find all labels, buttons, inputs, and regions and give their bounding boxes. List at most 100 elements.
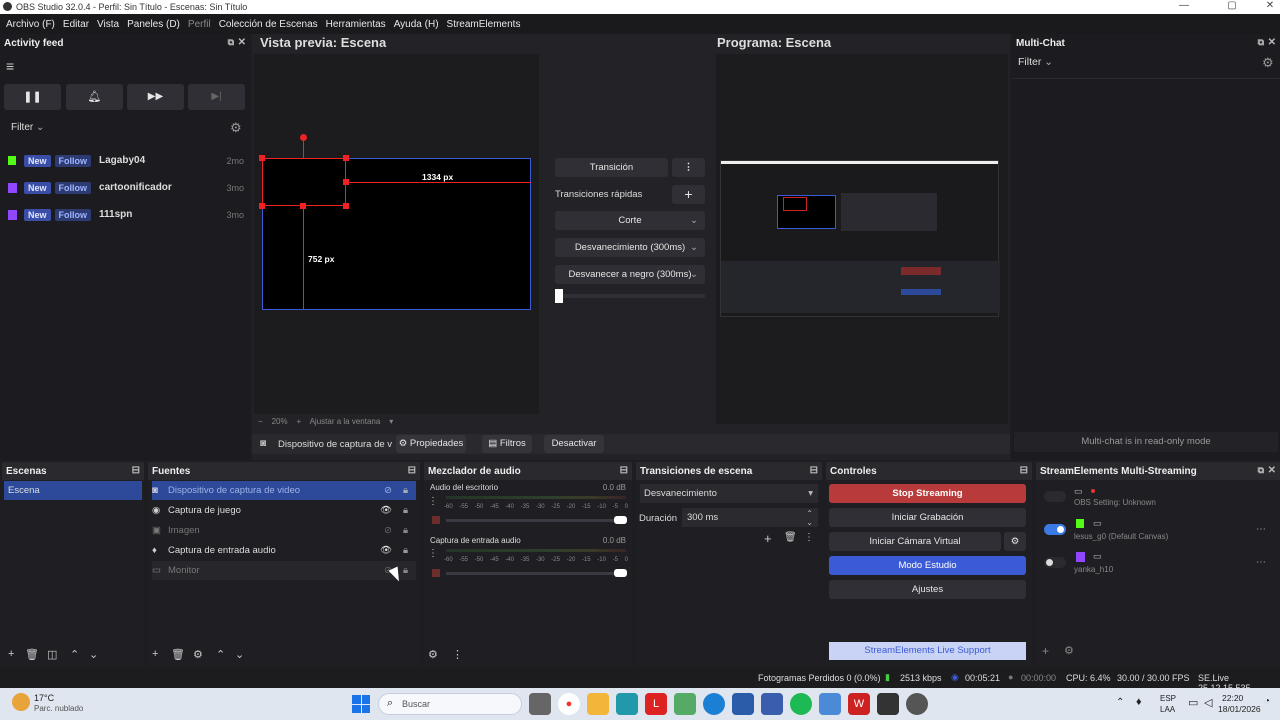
- duration-spinbox[interactable]: 300 ms ⌃ ⌄: [682, 508, 818, 527]
- virtual-camera-settings-button[interactable]: ⚙: [1004, 532, 1026, 551]
- volume-slider-handle[interactable]: [614, 569, 627, 577]
- advanced-audio-icon[interactable]: ⚙: [428, 648, 438, 661]
- lock-icon[interactable]: 🔒︎: [403, 545, 408, 556]
- close-icon[interactable]: ✕: [1268, 465, 1276, 476]
- list-item[interactable]: New Follow 111spn 3mo: [0, 201, 250, 228]
- network-icon[interactable]: ▭: [1188, 696, 1198, 709]
- clock-time[interactable]: 22:20: [1222, 693, 1243, 703]
- language-indicator[interactable]: ESP: [1160, 694, 1176, 703]
- trash-icon[interactable]: 🗑︎: [25, 648, 39, 661]
- lock-icon[interactable]: 🔒︎: [403, 525, 408, 536]
- maximize-icon[interactable]: ▢: [1212, 0, 1252, 11]
- gear-icon[interactable]: ⚙: [1064, 644, 1074, 657]
- weather-icon[interactable]: [12, 693, 30, 711]
- scene-item[interactable]: Escena: [4, 481, 142, 500]
- plus-icon[interactable]: +: [764, 531, 772, 546]
- quick-transition-fade[interactable]: Desvanecimiento (300ms) ⌄: [555, 238, 705, 257]
- more-horizontal-icon[interactable]: ⋯: [1256, 557, 1266, 568]
- gear-icon[interactable]: ⚙: [230, 120, 242, 136]
- plus-icon[interactable]: +: [1042, 644, 1049, 658]
- menu-editar[interactable]: Editar: [59, 19, 93, 30]
- spotify-icon[interactable]: [790, 693, 812, 715]
- gear-icon[interactable]: ⚙: [193, 648, 203, 661]
- chrome-icon[interactable]: ●: [558, 693, 580, 715]
- settings-button[interactable]: Ajustes: [829, 580, 1026, 599]
- lock-icon[interactable]: 🔒︎: [403, 505, 408, 516]
- pause-button[interactable]: ❚❚: [4, 84, 61, 110]
- arrow-down-icon[interactable]: ⌄: [235, 648, 244, 661]
- eye-off-icon[interactable]: ⊘: [384, 485, 392, 496]
- start-virtual-camera-button[interactable]: Iniciar Cámara Virtual: [829, 532, 1001, 551]
- more-horizontal-icon[interactable]: ⋯: [1256, 524, 1266, 535]
- notepad-icon[interactable]: [761, 693, 783, 715]
- add-quick-transition-button[interactable]: +: [672, 185, 705, 204]
- arrow-up-icon[interactable]: ⌃: [70, 648, 79, 661]
- rotation-handle[interactable]: [300, 134, 307, 141]
- resize-handle[interactable]: [259, 203, 265, 209]
- zoom-out-icon[interactable]: −: [258, 417, 263, 426]
- menu-streamelements[interactable]: StreamElements: [443, 19, 525, 30]
- more-vertical-icon[interactable]: ⋮: [428, 496, 438, 507]
- app-icon[interactable]: [819, 693, 841, 715]
- volume-slider-track[interactable]: [446, 519, 622, 522]
- float-icon[interactable]: ⧉: [1258, 37, 1264, 48]
- preview-canvas[interactable]: 1334 px 752 px: [254, 54, 539, 414]
- transition-slider-handle[interactable]: [555, 289, 563, 303]
- toggle-switch[interactable]: [1044, 491, 1066, 502]
- volume-slider-handle[interactable]: [614, 516, 627, 524]
- mail-icon[interactable]: [732, 693, 754, 715]
- transition-slider-track[interactable]: [555, 294, 705, 298]
- dock-menu-icon[interactable]: ⊟: [408, 465, 416, 476]
- eye-off-icon[interactable]: ⊘: [384, 525, 392, 536]
- menu-herramientas[interactable]: Herramientas: [322, 19, 390, 30]
- start-recording-button[interactable]: Iniciar Grabación: [829, 508, 1026, 527]
- transition-menu-button[interactable]: ⋮: [672, 158, 705, 177]
- windows-start-icon[interactable]: [352, 695, 370, 713]
- more-vertical-icon[interactable]: ⋮: [428, 548, 438, 559]
- menu-archivo[interactable]: Archivo (F): [2, 19, 59, 30]
- trash-icon[interactable]: 🗑︎: [784, 532, 797, 543]
- properties-button[interactable]: ⚙ Propiedades: [396, 435, 466, 453]
- plus-icon[interactable]: +: [8, 648, 14, 660]
- float-icon[interactable]: ⧉: [228, 37, 234, 48]
- filter-icon[interactable]: ◫: [47, 648, 57, 661]
- dock-menu-icon[interactable]: ⊟: [1020, 465, 1028, 476]
- clock-date[interactable]: 18/01/2026: [1218, 704, 1261, 714]
- more-vertical-icon[interactable]: ⋮: [804, 532, 814, 543]
- filters-button[interactable]: ▤ Filtros: [482, 435, 532, 453]
- close-icon[interactable]: ✕: [1268, 37, 1276, 48]
- live-support-button[interactable]: StreamElements Live Support: [829, 642, 1026, 660]
- menu-vista[interactable]: Vista: [93, 19, 123, 30]
- resize-handle[interactable]: [300, 203, 306, 209]
- resize-handle[interactable]: [343, 179, 349, 185]
- toggle-switch[interactable]: [1044, 557, 1066, 568]
- menu-ayuda[interactable]: Ayuda (H): [390, 19, 443, 30]
- fit-to-window-label[interactable]: Ajustar a la ventana: [310, 417, 381, 426]
- stop-streaming-button[interactable]: Stop Streaming: [829, 484, 1026, 503]
- source-item[interactable]: ◙ Dispositivo de captura de video ⊘ 🔒︎: [152, 481, 416, 500]
- eye-icon[interactable]: 👁︎: [380, 545, 392, 556]
- dock-menu-icon[interactable]: ⊟: [132, 465, 140, 476]
- chevron-down-icon[interactable]: ▾: [389, 417, 393, 426]
- more-vertical-icon[interactable]: ⋮: [452, 648, 463, 661]
- lock-icon[interactable]: 🔒︎: [403, 565, 408, 576]
- source-item[interactable]: ◉ Captura de juego 👁︎ 🔒︎: [152, 501, 416, 520]
- mute-icon[interactable]: [432, 569, 440, 577]
- copilot-icon[interactable]: [616, 693, 638, 715]
- settings-taskbar-icon[interactable]: [906, 693, 928, 715]
- hamburger-menu-icon[interactable]: ≡: [6, 58, 14, 74]
- arrow-down-icon[interactable]: ⌄: [89, 648, 98, 661]
- close-icon[interactable]: ✕: [238, 37, 246, 48]
- microphone-icon[interactable]: ♦: [1136, 696, 1142, 708]
- list-item[interactable]: New Follow cartoonificador 3mo: [0, 174, 250, 201]
- source-item[interactable]: ♦ Captura de entrada audio 👁︎ 🔒︎: [152, 541, 416, 560]
- folder-icon[interactable]: [587, 693, 609, 715]
- skip-end-button[interactable]: ▶|: [188, 84, 245, 110]
- dock-menu-icon[interactable]: ⊟: [620, 465, 628, 476]
- skip-button[interactable]: ▶▶: [127, 84, 184, 110]
- menu-coleccion[interactable]: Colección de Escenas: [215, 19, 322, 30]
- store-icon[interactable]: [674, 693, 696, 715]
- quick-transition-cut[interactable]: Corte ⌄: [555, 211, 705, 230]
- mute-icon[interactable]: [432, 516, 440, 524]
- filter-dropdown[interactable]: Filter ⌄: [11, 122, 44, 133]
